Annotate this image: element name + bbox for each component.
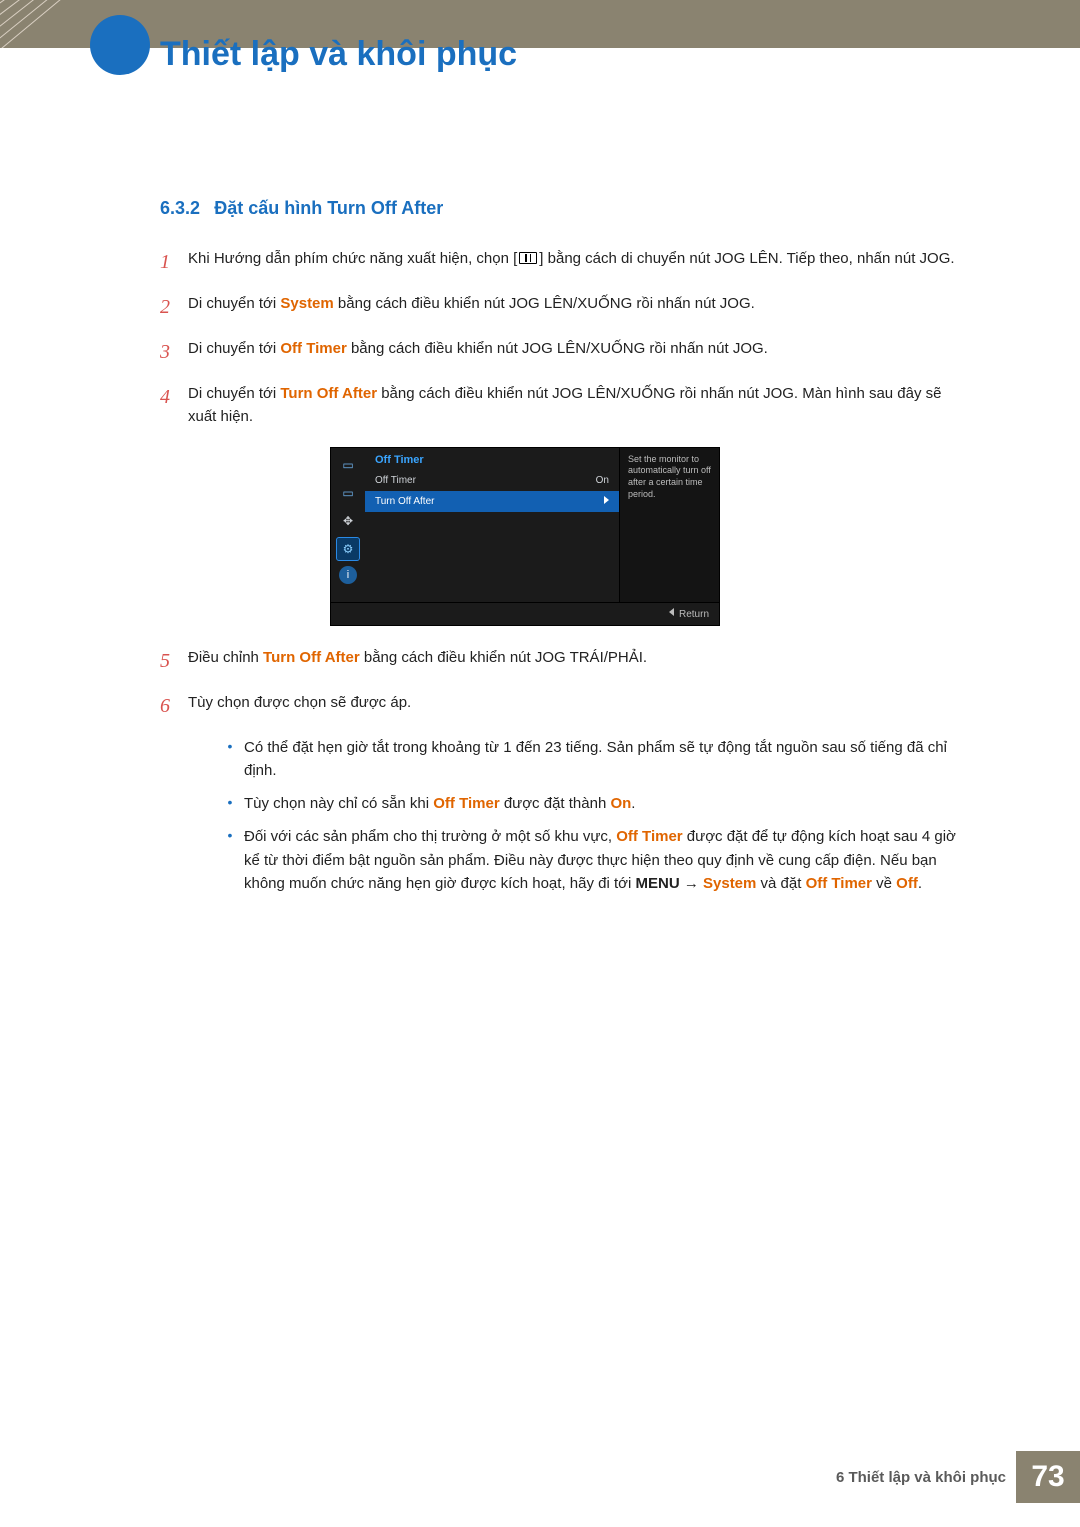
section-title: Đặt cấu hình Turn Off After <box>214 198 443 218</box>
note-text: Có thể đặt hẹn giờ tắt trong khoảng từ 1… <box>244 736 965 783</box>
step-item: 2 Di chuyển tới System bằng cách điều kh… <box>160 292 965 323</box>
step-item: 5 Điều chỉnh Turn Off After bằng cách đi… <box>160 646 965 677</box>
osd-row-off-timer: Off Timer On <box>365 470 619 491</box>
step-text: Điều chỉnh Turn Off After bằng cách điều… <box>188 646 965 677</box>
note-item: • Tùy chọn này chỉ có sẵn khi Off Timer … <box>216 792 965 815</box>
footer-chapter-label: 6 Thiết lập và khôi phục <box>836 1469 1006 1486</box>
step-number: 5 <box>160 646 188 677</box>
page-footer: 6 Thiết lập và khôi phục 73 <box>836 1451 1080 1503</box>
note-text: Đối với các sản phẩm cho thị trường ở mộ… <box>244 825 965 895</box>
note-list: • Có thể đặt hẹn giờ tắt trong khoảng từ… <box>216 736 965 896</box>
color-icon: ▭ <box>337 482 359 504</box>
chapter-badge <box>90 15 150 75</box>
step-text: Di chuyển tới System bằng cách điều khiể… <box>188 292 965 323</box>
move-icon: ✥ <box>337 510 359 532</box>
osd-row-label: Turn Off After <box>375 496 434 507</box>
note-text: Tùy chọn này chỉ có sẵn khi Off Timer đư… <box>244 792 635 815</box>
bullet-icon: • <box>216 792 244 815</box>
osd-row-value: On <box>596 475 609 486</box>
osd-menu: Off Timer Off Timer On Turn Off After <box>365 448 619 602</box>
step-number: 2 <box>160 292 188 323</box>
osd-row-label: Off Timer <box>375 475 416 486</box>
step-item: 3 Di chuyển tới Off Timer bằng cách điều… <box>160 337 965 368</box>
osd-screenshot: ▭ ▭ ✥ ⚙ i Off Timer Off Timer On Turn Of… <box>330 447 965 626</box>
step-number: 1 <box>160 247 188 278</box>
step-text: Di chuyển tới Off Timer bằng cách điều k… <box>188 337 965 368</box>
osd-footer: Return <box>331 602 719 625</box>
step-item: 1 Khi Hướng dẫn phím chức năng xuất hiện… <box>160 247 965 278</box>
step-text: Tùy chọn được chọn sẽ được áp. <box>188 691 965 722</box>
step-list-continued: 5 Điều chỉnh Turn Off After bằng cách đi… <box>160 646 965 722</box>
step-item: 6 Tùy chọn được chọn sẽ được áp. <box>160 691 965 722</box>
section-heading: 6.3.2 Đặt cấu hình Turn Off After <box>160 198 965 219</box>
step-text: Khi Hướng dẫn phím chức năng xuất hiện, … <box>188 247 965 278</box>
osd-help-text: Set the monitor to automatically turn of… <box>619 448 719 602</box>
step-text: Di chuyển tới Turn Off After bằng cách đ… <box>188 382 965 429</box>
osd-return-label: Return <box>679 609 709 620</box>
page-content: 6.3.2 Đặt cấu hình Turn Off After 1 Khi … <box>0 48 1080 895</box>
note-item: • Có thể đặt hẹn giờ tắt trong khoảng từ… <box>216 736 965 783</box>
chevron-left-icon <box>669 608 674 616</box>
step-number: 4 <box>160 382 188 429</box>
step-list: 1 Khi Hướng dẫn phím chức năng xuất hiện… <box>160 247 965 429</box>
osd-sidebar: ▭ ▭ ✥ ⚙ i <box>331 448 365 602</box>
page-number: 73 <box>1016 1451 1080 1503</box>
osd-panel: ▭ ▭ ✥ ⚙ i Off Timer Off Timer On Turn Of… <box>330 447 720 626</box>
osd-title: Off Timer <box>365 448 619 470</box>
step-number: 6 <box>160 691 188 722</box>
settings-icon: ⚙ <box>337 538 359 560</box>
corner-decor <box>0 0 95 48</box>
menu-icon <box>519 252 537 264</box>
chevron-right-icon <box>604 496 609 504</box>
note-item: • Đối với các sản phẩm cho thị trường ở … <box>216 825 965 895</box>
chapter-title: Thiết lập và khôi phục <box>160 35 517 74</box>
bullet-icon: • <box>216 736 244 783</box>
bullet-icon: • <box>216 825 244 895</box>
osd-row-turn-off-after: Turn Off After <box>365 491 619 512</box>
section-number: 6.3.2 <box>160 198 200 218</box>
step-number: 3 <box>160 337 188 368</box>
info-icon: i <box>339 566 357 584</box>
picture-icon: ▭ <box>337 454 359 476</box>
step-item: 4 Di chuyển tới Turn Off After bằng cách… <box>160 382 965 429</box>
